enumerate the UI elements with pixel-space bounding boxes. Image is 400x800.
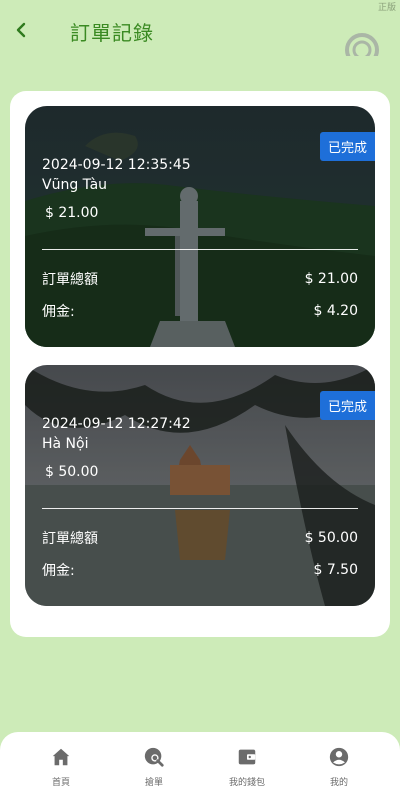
- commission-value: $ 7.50: [313, 562, 358, 578]
- nav-item-wallet[interactable]: 我的錢包: [207, 746, 287, 788]
- search-order-icon: [144, 747, 164, 767]
- nav-item-profile[interactable]: 我的: [299, 746, 379, 788]
- order-city: Vũng Tàu: [42, 177, 108, 193]
- nav-label: 我的錢包: [228, 778, 265, 788]
- orders-panel: 已完成 2024-09-12 12:35:45 Vũng Tàu $ 21.00…: [10, 91, 390, 637]
- bottom-nav: 首頁 搶單 我的錢包 我的: [0, 732, 400, 800]
- commission-label: 佣金:: [42, 304, 75, 320]
- commission-value: $ 4.20: [313, 303, 358, 319]
- commission-label: 佣金:: [42, 563, 75, 579]
- order-total-value: $ 50.00: [304, 530, 358, 546]
- order-price: $ 50.00: [45, 464, 99, 480]
- nav-label: 我的: [329, 778, 348, 788]
- nav-item-grab-order[interactable]: 搶單: [114, 746, 194, 788]
- order-total-value: $ 21.00: [304, 271, 358, 287]
- order-total-label: 訂單總額: [42, 272, 98, 288]
- divider: [42, 249, 358, 250]
- order-card[interactable]: 已完成 2024-09-12 12:27:42 Hà Nội $ 50.00 訂…: [25, 365, 375, 606]
- status-badge: 已完成: [319, 391, 375, 420]
- home-icon: [52, 748, 70, 766]
- order-city: Hà Nội: [42, 436, 89, 452]
- order-price: $ 21.00: [45, 205, 99, 221]
- partial-logo-icon: [344, 32, 380, 56]
- divider: [42, 508, 358, 509]
- order-total-label: 訂單總額: [42, 531, 98, 547]
- user-icon: [329, 747, 349, 767]
- page-title: 訂單記錄: [70, 21, 154, 45]
- nav-label: 首頁: [51, 778, 70, 788]
- status-badge: 已完成: [319, 132, 375, 161]
- header: 訂單記錄: [0, 0, 400, 62]
- wallet-icon: [238, 749, 256, 765]
- order-datetime: 2024-09-12 12:27:42: [42, 416, 191, 432]
- nav-label: 搶單: [144, 778, 163, 788]
- nav-item-home[interactable]: 首頁: [21, 746, 101, 788]
- back-button[interactable]: [10, 18, 34, 42]
- order-datetime: 2024-09-12 12:35:45: [42, 157, 191, 173]
- order-card[interactable]: 已完成 2024-09-12 12:35:45 Vũng Tàu $ 21.00…: [25, 106, 375, 347]
- chevron-left-icon: [16, 22, 26, 38]
